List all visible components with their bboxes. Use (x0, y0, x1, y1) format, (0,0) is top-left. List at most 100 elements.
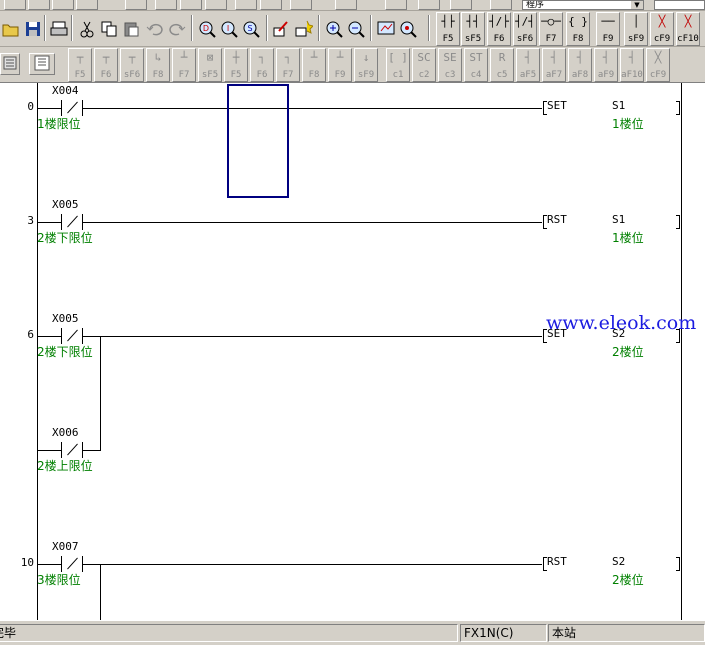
list-view-icon[interactable] (29, 53, 55, 75)
instruction-operand[interactable]: S2 (612, 555, 625, 568)
ladder-key-button[interactable]: ─○─ F7 (539, 12, 563, 46)
operand-comment: 1楼位 (612, 117, 644, 131)
toolbar-button[interactable] (76, 0, 98, 10)
instruction-operand[interactable]: S1 (612, 213, 625, 226)
edit-key-button[interactable]: ⊠ sF5 (198, 48, 222, 82)
toolbar-button[interactable] (490, 0, 512, 10)
nc-contact-icon[interactable] (61, 100, 83, 116)
copy-icon[interactable] (98, 18, 120, 40)
toolbar-button[interactable] (28, 0, 50, 10)
rung-wire (38, 336, 61, 337)
toolbar-button[interactable] (180, 0, 202, 10)
toolbar-button[interactable] (450, 0, 472, 10)
edit-key-label: aF10 (621, 70, 643, 80)
step-number: 6 (27, 328, 34, 341)
nc-contact-icon[interactable] (61, 442, 83, 458)
find-device-icon[interactable]: D (196, 18, 218, 40)
cut-icon[interactable] (76, 18, 98, 40)
paste-icon[interactable] (120, 18, 142, 40)
ladder-symbol-icon: ┤/├ (489, 15, 509, 28)
program-combo[interactable]: 程序 ▼ (522, 0, 644, 10)
edit-key-button[interactable]: ↓ sF9 (354, 48, 378, 82)
ladder-key-button[interactable]: ── F9 (596, 12, 620, 46)
find-step-icon[interactable]: S (240, 18, 262, 40)
toolbar-button[interactable] (385, 0, 407, 10)
ladder-key-label: cF10 (677, 34, 699, 44)
edit-key-button[interactable]: ┤ aF8 (568, 48, 592, 82)
edit-key-button[interactable]: SE c3 (438, 48, 462, 82)
nc-contact-icon[interactable] (61, 328, 83, 344)
edit-key-button[interactable]: ST c4 (464, 48, 488, 82)
edit-key-button[interactable]: ┬ F5 (68, 48, 92, 82)
monitor-zoom-icon[interactable] (397, 18, 419, 40)
edit-key-button[interactable]: ╳ cF9 (646, 48, 670, 82)
nc-contact-icon[interactable] (61, 214, 83, 230)
zoom-out-icon[interactable] (345, 18, 367, 40)
undo-icon[interactable] (144, 18, 166, 40)
comment-edit-icon[interactable] (270, 18, 292, 40)
instruction-name[interactable]: SET (547, 99, 567, 112)
edit-key-button[interactable]: ┤ aF10 (620, 48, 644, 82)
instruction-operand[interactable]: S1 (612, 99, 625, 112)
ladder-key-button[interactable]: ┤/├ F6 (487, 12, 511, 46)
edit-key-button[interactable]: ┬ sF6 (120, 48, 144, 82)
edit-key-button[interactable]: [ ] c1 (386, 48, 410, 82)
svg-text:S: S (247, 24, 252, 33)
open-folder-icon[interactable] (0, 18, 22, 40)
edit-key-button[interactable]: ┴ F9 (328, 48, 352, 82)
device-comment: 2楼上限位 (37, 459, 93, 473)
edit-key-button[interactable]: ┴ F7 (172, 48, 196, 82)
statement-edit-icon[interactable] (292, 18, 314, 40)
edit-key-button[interactable]: SC c2 (412, 48, 436, 82)
redo-icon[interactable] (166, 18, 188, 40)
device-comment: 1楼限位 (37, 117, 81, 131)
print-icon[interactable] (48, 18, 70, 40)
chevron-down-icon[interactable]: ▼ (631, 1, 643, 9)
toolbar-button[interactable] (290, 0, 312, 10)
edit-key-label: c3 (444, 70, 456, 80)
edit-key-label: c5 (496, 70, 508, 80)
toolbar-button[interactable] (52, 0, 74, 10)
toolbar-button[interactable] (155, 0, 177, 10)
zoom-in-icon[interactable] (323, 18, 345, 40)
edit-key-button[interactable]: ┐ F6 (250, 48, 274, 82)
ladder-key-button[interactable]: ╳ cF9 (650, 12, 674, 46)
edit-key-button[interactable]: ┤ aF7 (542, 48, 566, 82)
toolbar-button[interactable] (205, 0, 227, 10)
right-power-rail (681, 83, 682, 620)
edit-key-button[interactable]: ┤ aF5 (516, 48, 540, 82)
toolbar-button[interactable] (335, 0, 357, 10)
find-instruction-icon[interactable]: I (218, 18, 240, 40)
ladder-diagram-editor[interactable]: 0 X004 1楼限位 SET S1 1楼位 3 X005 2楼下限位 RST … (0, 83, 705, 620)
save-icon[interactable] (22, 18, 44, 40)
nc-contact-icon[interactable] (61, 556, 83, 572)
ladder-key-button[interactable]: ┤┤ sF5 (461, 12, 485, 46)
ladder-key-button[interactable]: ┤/┤ sF6 (513, 12, 537, 46)
instruction-name[interactable]: RST (547, 213, 567, 226)
edit-key-button[interactable]: ↳ F8 (146, 48, 170, 82)
toolbar-button[interactable] (125, 0, 147, 10)
toolbar-button[interactable] (4, 0, 26, 10)
edit-key-button[interactable]: ┴ F8 (302, 48, 326, 82)
monitor-icon[interactable] (375, 18, 397, 40)
toolbar-separator (44, 15, 46, 41)
view-toggle-icon[interactable] (0, 53, 20, 75)
toolbar-button[interactable] (235, 0, 257, 10)
toolbar-button[interactable] (260, 0, 282, 10)
edit-key-button[interactable]: ┤ aF9 (594, 48, 618, 82)
instruction-name[interactable]: RST (547, 555, 567, 568)
edit-key-button[interactable]: ┐ F7 (276, 48, 300, 82)
edit-cursor[interactable] (227, 84, 289, 198)
ladder-key-button[interactable]: ┤├ F5 (436, 12, 460, 46)
ladder-key-button[interactable]: ╳ cF10 (676, 12, 700, 46)
edit-key-button[interactable]: ┬ F6 (94, 48, 118, 82)
ladder-key-button[interactable]: │ sF9 (624, 12, 648, 46)
toolbar-separator (318, 15, 320, 41)
edit-key-button[interactable]: ┼ F5 (224, 48, 248, 82)
edit-key-label: c4 (470, 70, 482, 80)
rung-wire (38, 108, 61, 109)
edit-key-button[interactable]: Rc5 (490, 48, 514, 82)
ladder-key-button[interactable]: { } F8 (566, 12, 590, 46)
toolbar-button[interactable] (418, 0, 440, 10)
secondary-combo[interactable] (654, 0, 705, 10)
